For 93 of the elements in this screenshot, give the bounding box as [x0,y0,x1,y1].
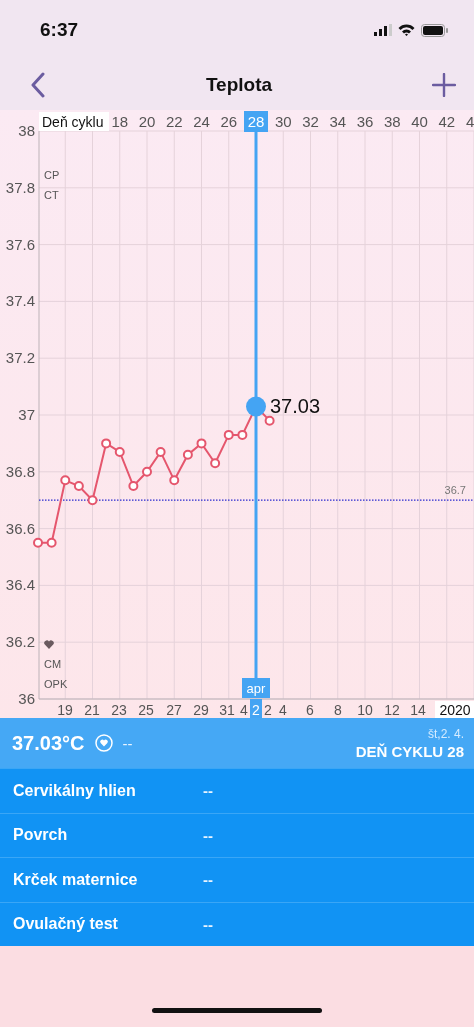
cycle-day-label: 36 [356,113,374,130]
row-label: Ovulačný test [13,915,119,934]
y-axis-label: 36.4 [5,576,35,594]
marker-row-label: CP [44,169,60,181]
detail-row[interactable]: Ovulačný test -- [0,901,474,946]
heart-icon [44,640,54,649]
cycle-day-label: 30 [274,113,292,130]
data-point [33,537,43,548]
selected-date-label[interactable]: 2 [250,699,262,718]
heart-circle-icon [94,734,113,752]
data-point [87,495,98,506]
row-value: -- [203,826,214,844]
row-label: Povrch [13,826,69,845]
data-point [114,446,125,457]
data-point [155,446,166,457]
data-point [210,458,221,469]
cycle-day-label: 38 [383,113,401,130]
screen-title: Teplota [205,74,273,96]
y-axis-label: 38 [18,122,35,139]
date-label: 23 [111,702,127,718]
y-axis-label: 37 [18,406,35,423]
detail-row[interactable]: Povrch -- [0,812,474,857]
intercourse-value: -- [122,734,133,752]
y-axis-label: 36.6 [5,519,35,537]
cycle-day-label: 34 [329,113,347,130]
cycle-day-label: 18 [111,113,129,130]
date-label: 27 [166,702,182,718]
y-axis-label: 37.8 [5,178,35,196]
cycle-day-label: 42 [438,113,456,130]
date-label: 2 [264,702,272,718]
row-value: -- [203,782,214,800]
marker-row-label: OPK [44,678,68,690]
cycle-day-label: 22 [165,113,183,130]
date-label: 8 [334,702,342,718]
data-point [46,537,57,548]
row-value: -- [203,915,214,933]
axis-title: Deň cyklu [39,112,109,131]
cycle-day-label: 26 [220,113,238,130]
date-label: 19 [57,702,73,718]
temperature-value: 37.03°C [12,731,85,755]
date-text: št,2. 4. [427,726,464,741]
wifi-icon [398,24,415,36]
date-label: 31 [219,702,235,718]
threshold-label: 36.7 [444,484,466,497]
date-label: 25 [138,702,154,718]
y-axis-label: 37.4 [5,292,35,310]
year-label: 2020 [435,701,474,718]
add-button[interactable] [432,73,456,97]
data-point [264,415,275,426]
cycle-day-label: 20 [138,113,156,130]
signal-icon [374,24,392,36]
data-point [142,466,152,477]
data-point [169,475,180,486]
battery-icon [421,23,448,37]
selected-point[interactable] [246,396,266,417]
back-button[interactable] [30,72,46,98]
date-label: 14 [410,702,426,718]
row-label: Krček maternice [13,870,139,889]
date-label: 6 [306,702,314,718]
detail-row[interactable]: Cervikálny hlien -- [0,768,474,813]
data-point [196,438,207,449]
row-label: Cervikálny hlien [13,781,137,800]
data-point [182,449,193,460]
data-point [237,429,248,440]
selected-day-label[interactable]: 28 [244,111,268,132]
cycle-day-text: DEŇ CYKLU 28 [355,742,464,760]
data-point [73,481,84,491]
y-axis-label: 36.8 [5,462,35,480]
cycle-day-label: 24 [193,113,210,130]
date-label: 29 [193,702,209,718]
data-point [223,429,234,440]
data-point [128,481,139,491]
cycle-day-label: 4 [466,113,474,130]
marker-row-label: CM [44,658,62,670]
marker-row-label: CT [44,189,59,201]
cycle-day-label: 32 [302,113,319,130]
date-label: 21 [84,702,100,718]
cycle-day-label: 40 [411,113,428,130]
data-point [60,475,71,486]
month-label: apr [242,678,270,698]
detail-row[interactable]: Krček maternice -- [0,857,474,902]
status-time: 6:37 [40,19,79,41]
date-label: 4 [240,702,248,718]
y-axis-label: 37.2 [5,349,35,367]
y-axis-label: 36 [18,690,35,707]
data-point [101,438,112,449]
row-value: -- [203,871,214,889]
date-label: 4 [279,702,287,718]
date-label: 12 [384,702,400,718]
y-axis-label: 37.6 [5,235,35,253]
selected-value-label: 37.03 [270,395,321,418]
date-label: 10 [357,702,373,718]
y-axis-label: 36.2 [5,633,35,651]
